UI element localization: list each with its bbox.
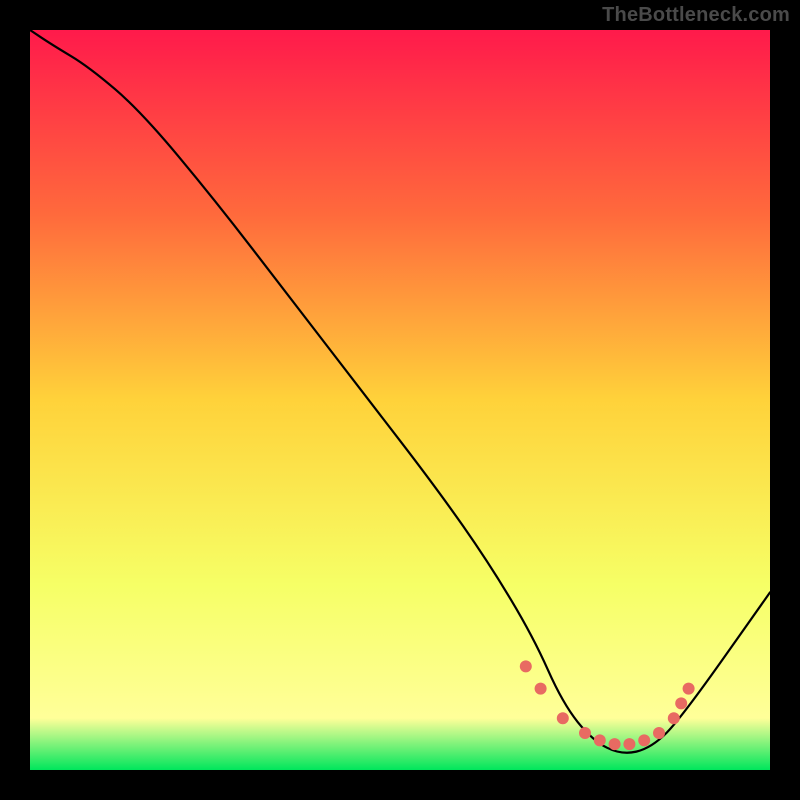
highlight-dot [520, 660, 532, 672]
highlight-dot [653, 727, 665, 739]
highlight-dot [579, 727, 591, 739]
highlight-dot [683, 683, 695, 695]
highlight-dot [668, 712, 680, 724]
watermark-text: TheBottleneck.com [602, 4, 790, 27]
highlight-dot [675, 697, 687, 709]
highlight-dot [609, 738, 621, 750]
plot-background [30, 30, 770, 770]
highlight-dot [535, 683, 547, 695]
highlight-dot [557, 712, 569, 724]
chart-svg [0, 0, 800, 800]
highlight-dot [638, 734, 650, 746]
chart-frame: TheBottleneck.com [0, 0, 800, 800]
highlight-dot [623, 738, 635, 750]
highlight-dot [594, 734, 606, 746]
